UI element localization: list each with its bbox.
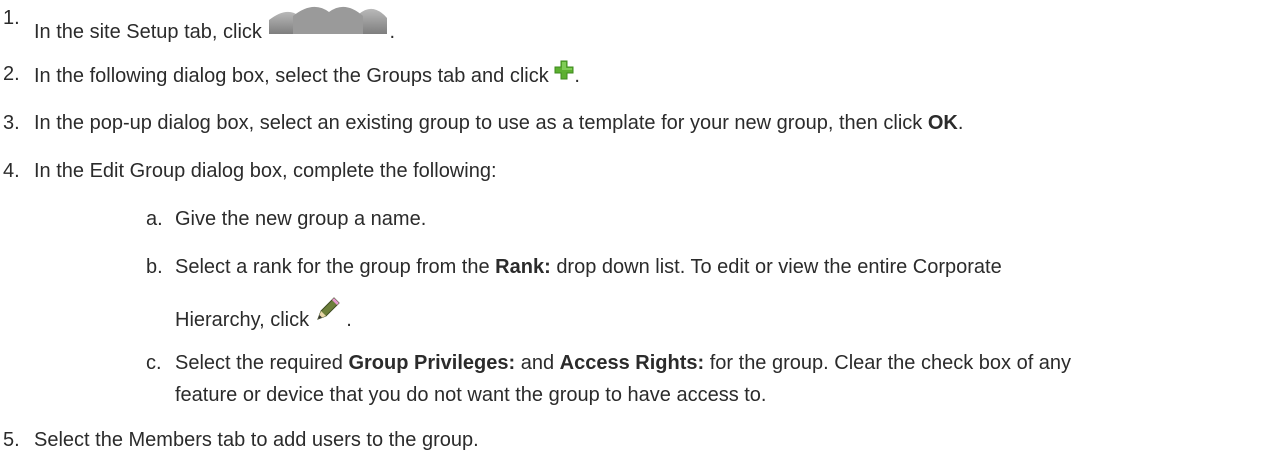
step-text: In the following dialog box, select the … [34,65,549,87]
bold-rank: Rank: [495,256,551,278]
bold-access-rights: Access Rights: [559,352,705,374]
instruction-document: 1. In the site Setup tab, click . 2. In … [0,0,1279,452]
step-text: In the site Setup tab, click [34,21,262,43]
users-group-icon [267,2,389,34]
bold-group-privileges: Group Privileges: [348,352,516,374]
step-number: 2. [3,63,20,85]
step-number: 3. [3,112,20,134]
add-plus-icon [554,60,574,80]
bold-ok: OK [927,112,958,134]
substep-letter: c. [146,352,162,374]
step-number: 4. [3,160,20,182]
substep-letter: a. [146,208,163,230]
step-text: In the pop-up dialog box, select an exis… [34,112,923,134]
substep-text: Give the new group a name. [175,208,427,230]
step-text: Select the Members tab to add users to t… [34,429,479,451]
step-text: In the Edit Group dialog box, complete t… [34,160,497,182]
step-number: 1. [3,7,20,29]
step-number: 5. [3,429,20,451]
edit-pencil-icon [315,296,341,322]
substep-letter: b. [146,256,163,278]
